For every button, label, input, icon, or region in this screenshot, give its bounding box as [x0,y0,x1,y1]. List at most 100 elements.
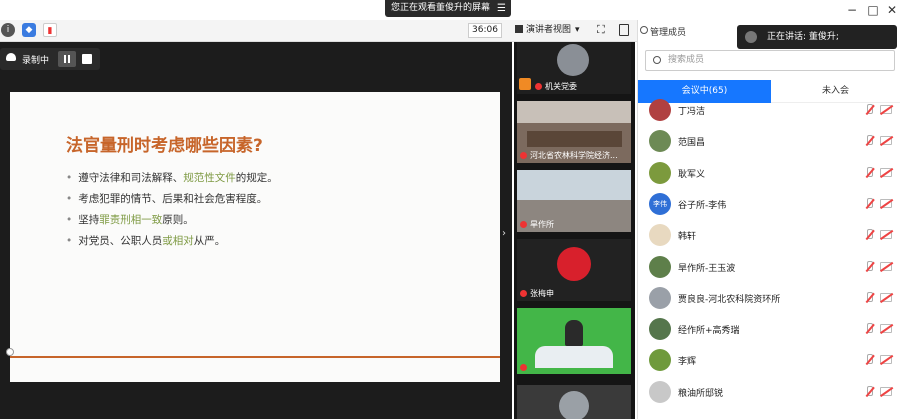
video-tile[interactable]: 张梅申 [517,239,631,301]
camera-off-icon[interactable] [880,105,892,114]
search-icon [653,56,661,64]
slide-bullet: • 考虑犯罪的情节、后果和社会危害程度。 [66,193,268,205]
video-tile-name: 旱作所 [520,219,554,230]
camera-off-icon[interactable] [880,261,892,271]
member-row[interactable]: 粮油所邸锐 [638,377,900,408]
speaker-figure [565,320,583,346]
member-row[interactable]: 李辉 [638,345,900,376]
member-avatar [649,161,671,184]
camera-off-icon[interactable] [880,167,892,177]
mic-muted-icon[interactable] [864,354,874,366]
view-mode-label: 演讲者视图 [526,25,572,35]
mic-muted-icon[interactable] [864,229,874,241]
camera-off-icon[interactable] [880,230,892,240]
mic-muted-icon[interactable] [864,291,874,304]
member-name: 粮油所邸锐 [678,388,724,399]
member-name: 韩轩 [678,232,697,243]
member-name: 范国昌 [678,138,706,149]
chevron-right-icon[interactable]: › [502,228,506,239]
member-row[interactable]: 贾良良-河北农科院资环所 [638,283,900,314]
member-avatar [649,286,671,309]
video-tile-name: 河北省农林科学院经济... [520,150,618,161]
member-row[interactable]: 丁冯洁 [638,95,900,126]
mic-muted-icon[interactable] [864,197,874,210]
view-mode-dropdown[interactable]: 演讲者视图 ▾ [515,23,590,38]
member-name: 丁冯洁 [678,107,706,117]
mic-muted-icon[interactable] [864,104,874,116]
member-avatar: 李伟 [649,192,671,215]
video-tile[interactable]: 机关党委 [517,42,631,94]
participant-avatar [559,391,589,419]
mic-icon [520,364,527,371]
search-input[interactable]: 搜索成员 [645,50,895,71]
member-row[interactable]: 韩轩 [638,220,900,251]
camera-off-icon[interactable] [880,292,892,302]
member-avatar [649,224,671,247]
camera-off-icon[interactable] [880,136,892,146]
recording-bar: 录制中 [0,48,100,70]
member-row[interactable]: 李伟 谷子所-李伟 [638,189,900,220]
chevron-down-icon: ▾ [575,25,580,35]
screen-share-banner-text: 您正在观看董俊升的屏幕 [391,3,491,13]
search-placeholder: 搜索成员 [668,55,705,65]
member-avatar [649,130,671,153]
video-tile[interactable] [517,385,631,419]
user-icon [519,78,531,90]
people-icon [640,26,648,34]
screen-share-banner[interactable]: 您正在观看董俊升的屏幕 ☰ [385,0,511,17]
participant-avatar [557,247,591,281]
stop-recording-button[interactable] [82,54,92,64]
slide-divider [10,356,500,358]
meeting-timer: 36:06 [468,23,502,38]
mic-muted-icon[interactable] [864,260,874,273]
video-tile-name: 张梅申 [520,288,554,299]
camera-off-icon[interactable] [880,386,892,396]
member-name: 旱作所-王玉波 [678,263,736,274]
podium [535,346,613,368]
member-avatar [649,318,671,341]
member-avatar [649,349,671,372]
signal-icon[interactable]: ▮ [43,23,57,37]
camera-off-icon[interactable] [880,198,892,208]
mic-muted-icon[interactable] [864,135,874,147]
speaking-indicator: 正在讲话: 董俊升; [737,25,897,49]
mic-icon [520,152,527,159]
mic-muted-icon[interactable] [864,385,874,398]
member-name: 耿军义 [678,169,706,180]
speaker-avatar-icon [745,31,757,43]
member-avatar [649,380,671,403]
panel-title: 管理成员 [650,28,687,38]
camera-off-icon[interactable] [880,324,892,334]
member-row[interactable]: 经作所+高秀瑞 [638,314,900,345]
video-tile[interactable]: 旱作所 [517,170,631,232]
member-avatar [649,99,671,121]
slide-pointer-icon [6,348,14,356]
menu-icon[interactable]: ☰ [497,0,506,17]
member-row[interactable]: 范国昌 [638,126,900,157]
mic-muted-icon[interactable] [864,166,874,179]
maximize-button[interactable]: □ [864,2,882,18]
info-icon[interactable]: i [1,23,15,37]
minimize-button[interactable]: − [843,2,861,18]
member-row[interactable]: 耿军义 [638,158,900,189]
camera-off-icon[interactable] [880,355,892,365]
cloud-icon [6,53,16,61]
member-row[interactable]: 旱作所-王玉波 [638,252,900,283]
speaking-text: 正在讲话: 董俊升; [767,32,839,42]
panel-toggle-icon[interactable] [619,24,629,36]
pause-recording-button[interactable] [58,51,76,67]
slide-bullet: • 坚持罪责刑相一致原则。 [66,214,194,226]
member-name: 经作所+高秀瑞 [678,326,740,337]
close-button[interactable]: ✕ [883,2,900,18]
shield-icon[interactable]: ◆ [22,23,36,37]
mic-muted-icon[interactable] [864,323,874,335]
mic-icon [520,221,527,228]
slide-bullet: • 遵守法律和司法解释、规范性文件的规定。 [66,172,278,184]
member-name: 李辉 [678,357,697,368]
video-tile-name [520,363,530,372]
video-tile[interactable] [517,308,631,374]
fullscreen-icon[interactable]: ⛶ [597,23,605,37]
video-tile[interactable]: 河北省农林科学院经济... [517,101,631,163]
recording-label: 录制中 [22,56,50,66]
member-name: 贾良良-河北农科院资环所 [678,294,781,305]
